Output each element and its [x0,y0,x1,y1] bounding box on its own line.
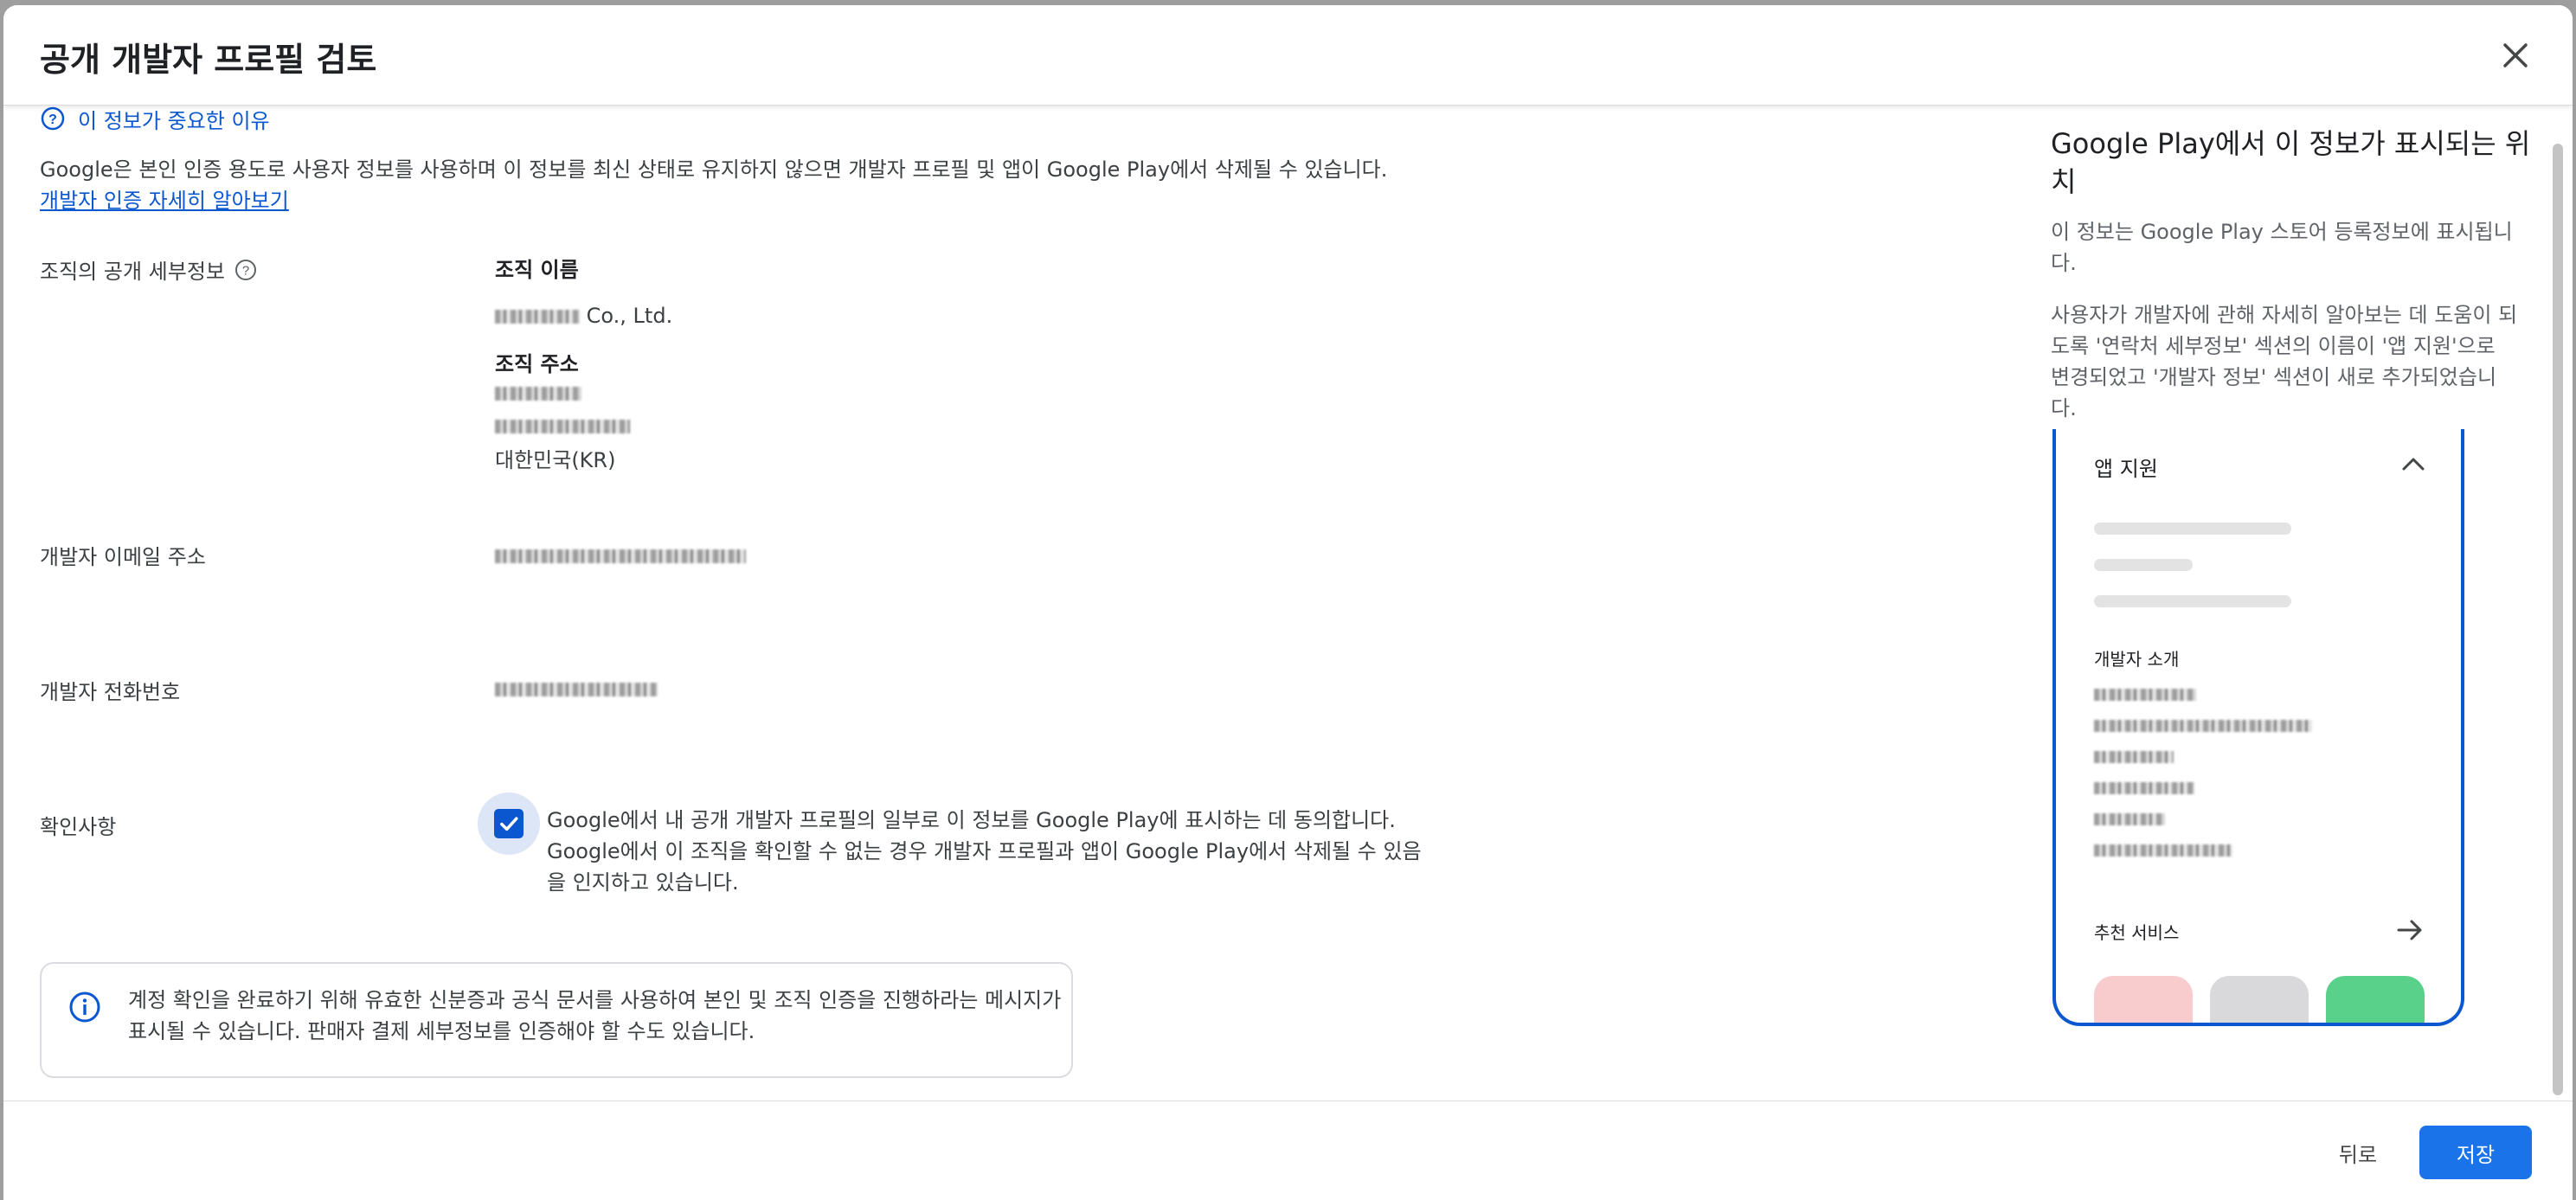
org-country: 대한민국(KR) [495,448,616,472]
info-icon [69,991,100,1023]
chevron-up-icon[interactable] [2400,455,2426,472]
close-icon [2503,43,2528,67]
placeholder-line [2094,559,2193,571]
intro-text: Google은 본인 인증 용도로 사용자 정보를 사용하며 이 정보를 최신 … [40,157,1388,182]
learn-more-link[interactable]: 개발자 인증 자세히 알아보기 [40,189,289,213]
email-label: 개발자 이메일 주소 [40,540,206,570]
email-label-text: 개발자 이메일 주소 [40,545,206,569]
dialog-header: 공개 개발자 프로필 검토 [3,5,2573,106]
phone-value [495,677,658,701]
back-button[interactable]: 뒤로 [2310,1126,2406,1179]
placeholder-line [2094,595,2291,607]
redacted-org-name [495,310,580,324]
redacted-dev-line [2094,751,2174,763]
consent-checkbox[interactable] [478,793,540,855]
play-store-preview: 앱 지원 개발자 소개 추천 서비스 [2052,429,2464,1026]
redacted-email [495,549,746,563]
check-icon [500,817,518,831]
redacted-phone [495,683,658,696]
org-address-line1 [495,381,672,405]
phone-label-text: 개발자 전화번호 [40,680,181,704]
help-icon[interactable]: ? [234,258,258,282]
phone-label: 개발자 전화번호 [40,675,180,705]
preview-recommended: 추천 서비스 [2094,922,2180,943]
svg-text:?: ? [242,263,249,278]
redacted-address-line1 [495,387,581,401]
redacted-dev-line [2094,720,2312,732]
recommended-app-tile[interactable] [2210,976,2309,1023]
redacted-dev-line [2094,844,2232,857]
redacted-dev-line [2094,689,2196,701]
org-name-heading: 조직 이름 [495,258,579,282]
org-name-suffix: Co., Ltd. [586,304,673,328]
org-details-label: 조직의 공개 세부정보 [40,260,225,284]
org-details-values: 조직 이름 Co., Ltd. 조직 주소 대한민국(KR) [495,253,672,473]
info-notice: 계정 확인을 완료하기 위해 유효한 신분증과 공식 문서를 사용하여 본인 및… [40,962,1073,1078]
arrow-right-icon[interactable] [2395,915,2425,945]
intro-description: Google은 본인 인증 용도로 사용자 정보를 사용하며 이 정보를 최신 … [40,154,1424,216]
close-button[interactable] [2496,36,2534,74]
placeholder-line [2094,523,2291,535]
save-button[interactable]: 저장 [2419,1126,2532,1179]
checkbox-checked [494,809,524,838]
right-panel-para2: 사용자가 개발자에 관해 자세히 알아보는 데 도움이 되도록 '연락처 세부정… [2051,303,2518,420]
why-important-link[interactable]: ? 이 정보가 중요한 이유 [40,106,270,133]
dialog-title: 공개 개발자 프로필 검토 [40,41,377,79]
right-panel-title: Google Play에서 이 정보가 표시되는 위치 [2051,127,2531,198]
recommended-app-tile[interactable] [2094,976,2193,1023]
confirmation-label: 확인사항 [40,810,116,840]
org-name-value: Co., Ltd. [495,304,672,328]
review-dialog: 공개 개발자 프로필 검토 ? 이 정보가 중요한 이유 Google은 본인 … [3,5,2573,1200]
info-notice-text: 계정 확인을 완료하기 위해 유효한 신분증과 공식 문서를 사용하여 본인 및… [128,988,1062,1043]
redacted-dev-line [2094,782,2194,794]
consent-text: Google에서 내 공개 개발자 프로필의 일부로 이 정보를 Google … [547,808,1422,895]
dialog-footer: 뒤로 저장 [3,1101,2573,1200]
org-details-label-row: 조직의 공개 세부정보 ? [40,254,258,285]
org-address-heading: 조직 주소 [495,352,579,376]
org-address-line2 [495,414,672,438]
redacted-address-line2 [495,420,630,433]
confirmation-label-text: 확인사항 [40,815,117,839]
help-circle-icon: ? [41,106,65,131]
redacted-dev-line [2094,813,2165,825]
preview-app-support: 앱 지원 [2094,457,2158,481]
why-important-label: 이 정보가 중요한 이유 [78,108,270,133]
scrollbar[interactable] [2553,144,2563,1095]
email-value [495,543,746,568]
recommended-app-tile[interactable] [2326,976,2425,1023]
preview-developer-about: 개발자 소개 [2094,649,2180,670]
right-panel-para1: 이 정보는 Google Play 스토어 등록정보에 표시됩니다. [2051,220,2513,275]
svg-text:?: ? [48,112,57,127]
